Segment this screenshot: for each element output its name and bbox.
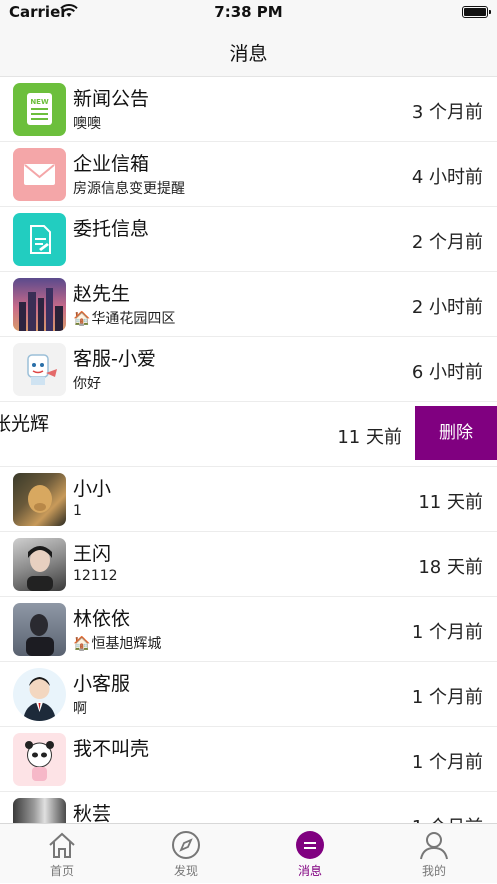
message-time: 18 天前 (418, 557, 483, 578)
delete-button[interactable]: 删除 (415, 406, 497, 460)
message-time: 1 个月前 (411, 687, 483, 708)
mail-icon (13, 148, 66, 201)
contact-name: 我不叫壳 (73, 738, 150, 760)
message-time: 3 个月前 (411, 102, 483, 123)
tab-label: 首页 (49, 864, 74, 878)
message-preview: 1 (73, 503, 82, 519)
news-icon: NEW (13, 83, 66, 136)
message-time: 1 个月前 (411, 752, 483, 773)
message-preview: 🏠华通花园四区 (73, 311, 176, 327)
contact-name: 委托信息 (73, 218, 150, 240)
contact-name: 新闻公告 (73, 88, 150, 110)
page-title: 消息 (229, 43, 268, 65)
contact-name: 企业信箱 (73, 153, 150, 175)
document-icon (13, 213, 66, 266)
battery-icon (462, 6, 491, 18)
message-time: 11 天前 (418, 492, 483, 513)
contact-name: 客服-小爱 (73, 348, 156, 370)
tab-discover[interactable]: 发现 (124, 824, 248, 884)
message-row[interactable]: 客服-小爱 你好 6 小时前 (0, 337, 497, 402)
message-time: 6 小时前 (411, 362, 483, 383)
message-preview: 🏠恒基旭辉城 (73, 636, 162, 652)
tab-label: 我的 (421, 864, 446, 878)
tab-bar: 首页 发现 消息 我的 (0, 823, 497, 883)
message-row[interactable]: NEW 新闻公告 噢噢 3 个月前 (0, 77, 497, 142)
message-preview: 你好 (73, 376, 101, 392)
agent-avatar (13, 668, 66, 721)
message-row[interactable]: 赵先生 🏠华通花园四区 2 小时前 (0, 272, 497, 337)
tab-profile[interactable]: 我的 (372, 824, 496, 884)
message-preview: 房源信息变更提醒 (73, 181, 185, 197)
status-bar: Carrier 7:38 PM (0, 0, 497, 26)
message-time: 2 个月前 (411, 232, 483, 253)
navigation-bar: 消息 (0, 26, 497, 77)
tab-label: 消息 (297, 864, 322, 878)
robot-avatar (13, 343, 66, 396)
message-row[interactable]: 秋芸 1 个月前 (0, 792, 497, 823)
message-row[interactable]: 王闪 12112 18 天前 (0, 532, 497, 597)
contact-name: 林依依 (73, 608, 131, 630)
city-photo (13, 278, 66, 331)
message-preview: 啊 (73, 701, 87, 717)
panda-avatar (13, 733, 66, 786)
message-preview: 噢噢 (73, 116, 101, 132)
profile-icon (420, 832, 448, 860)
tab-messages[interactable]: 消息 (248, 824, 372, 884)
contact-name: 秋芸 (73, 803, 112, 823)
gray-photo (13, 798, 66, 823)
tab-home[interactable]: 首页 (0, 824, 124, 884)
svg-text:NEW: NEW (30, 98, 49, 106)
message-row-swiped[interactable]: 张光辉 11 天前 删除 (0, 402, 497, 467)
contact-name: 张光辉 (0, 413, 50, 435)
message-time: 1 个月前 (411, 622, 483, 643)
message-list[interactable]: NEW 新闻公告 噢噢 3 个月前 企业信箱 房源信息变更提醒 4 小时前 委托… (0, 77, 497, 823)
person-photo (13, 538, 66, 591)
message-row[interactable]: 委托信息 2 个月前 (0, 207, 497, 272)
compass-icon (172, 831, 200, 859)
tab-label: 发现 (173, 864, 198, 878)
message-preview: 12112 (73, 568, 118, 584)
house-icon: 🏠 (73, 311, 91, 327)
message-row[interactable]: 小小 1 11 天前 (0, 467, 497, 532)
contact-name: 王闪 (73, 543, 112, 565)
message-time: 11 天前 (337, 427, 402, 448)
message-row[interactable]: 企业信箱 房源信息变更提醒 4 小时前 (0, 142, 497, 207)
message-time: 4 小时前 (411, 167, 483, 188)
dog-photo (13, 473, 66, 526)
contact-name: 赵先生 (73, 283, 131, 305)
house-icon: 🏠 (73, 636, 91, 652)
message-icon (296, 831, 324, 859)
message-time: 1 个月前 (412, 813, 483, 823)
message-time: 2 小时前 (411, 297, 483, 318)
home-icon (49, 832, 75, 858)
contact-name: 小小 (73, 478, 112, 500)
message-row[interactable]: 小客服 啊 1 个月前 (0, 662, 497, 727)
message-row[interactable]: 林依依 🏠恒基旭辉城 1 个月前 (0, 597, 497, 662)
message-row[interactable]: 我不叫壳 1 个月前 (0, 727, 497, 792)
clock: 7:38 PM (214, 3, 283, 21)
person-photo-2 (13, 603, 66, 656)
contact-name: 小客服 (73, 673, 131, 695)
